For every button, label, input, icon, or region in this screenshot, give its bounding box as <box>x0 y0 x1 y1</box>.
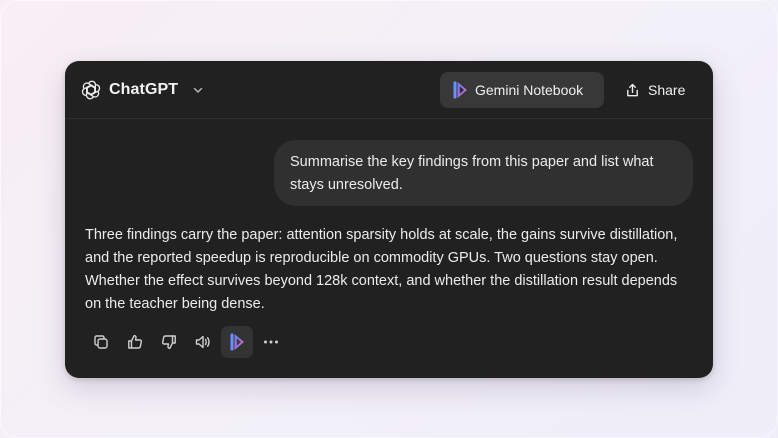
thumbs-up-button[interactable] <box>119 326 151 358</box>
share-button[interactable]: Share <box>616 72 696 108</box>
assistant-message: Three findings carry the paper: attentio… <box>85 227 678 312</box>
copy-button[interactable] <box>85 326 117 358</box>
model-selector[interactable]: ChatGPT <box>81 78 204 102</box>
read-aloud-button[interactable] <box>187 326 219 358</box>
share-icon <box>627 83 638 96</box>
gemini-notebook-button[interactable]: Gemini Notebook <box>440 72 604 108</box>
gemini-notebook-icon <box>453 81 467 99</box>
header: ChatGPT Gemini Notebook Share <box>65 61 713 119</box>
gemini-notebook-action-button[interactable] <box>221 326 253 358</box>
more-button[interactable] <box>255 326 287 358</box>
model-name: ChatGPT <box>109 81 179 98</box>
chevron-down-icon <box>193 87 203 93</box>
share-label: Share <box>648 82 686 98</box>
user-message: Summarise the key findings from this pap… <box>274 140 693 206</box>
read-aloud-icon <box>195 335 210 349</box>
openai-logo-icon <box>81 80 101 100</box>
thumbs-up-icon <box>128 334 143 349</box>
copy-icon <box>94 335 108 349</box>
more-icon <box>264 340 278 344</box>
thumbs-down-button[interactable] <box>153 326 185 358</box>
message-actions <box>85 326 287 358</box>
chat-window: ChatGPT Gemini Notebook Share Summarise … <box>65 61 713 378</box>
gemini-notebook-icon <box>230 333 244 351</box>
gemini-notebook-label: Gemini Notebook <box>475 82 584 98</box>
thumbs-down-icon <box>161 335 176 350</box>
